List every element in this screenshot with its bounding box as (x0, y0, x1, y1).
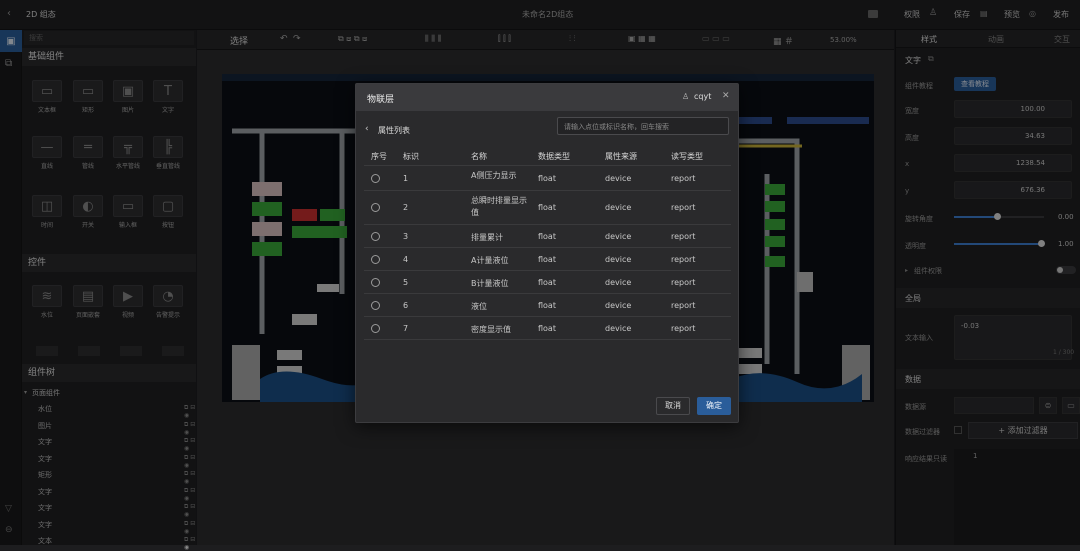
row-name: 排量累计 (471, 232, 503, 242)
row-index: 1 (403, 173, 409, 183)
cancel-button[interactable]: 取消 (656, 397, 690, 415)
row-rw: report (671, 323, 696, 333)
property-row[interactable]: 1 A侧压力显示 float device report (364, 166, 731, 191)
row-source: device (605, 277, 632, 287)
row-radio[interactable] (371, 300, 380, 310)
col-source: 属性来源 (605, 152, 637, 161)
row-rw: report (671, 203, 696, 212)
iot-dialog: 物联层 ♙ cqyt ✕ ‹ 属性列表 请输入点位或标识名称，回车搜索 序号 标… (355, 83, 739, 423)
col-name: 名称 (471, 152, 487, 161)
row-type: float (538, 231, 556, 241)
row-type: float (538, 254, 556, 264)
row-type: float (538, 300, 556, 310)
row-radio[interactable] (371, 277, 380, 287)
property-row[interactable]: 4 A计量液位 float device report (364, 248, 731, 271)
property-row[interactable]: 2 总瞬时排量显示值 float device report (364, 191, 731, 225)
property-list-title: 属性列表 (378, 126, 410, 135)
row-index: 5 (403, 277, 409, 287)
row-source: device (605, 173, 632, 183)
row-type: float (538, 323, 556, 333)
row-name: 总瞬时排量显示值 (471, 196, 527, 217)
row-index: 4 (403, 254, 409, 264)
row-source: device (605, 203, 632, 212)
dialog-header: 物联层 ♙ cqyt ✕ (356, 84, 738, 111)
col-data-type: 数据类型 (538, 152, 570, 161)
row-rw: report (671, 231, 696, 241)
property-search-input[interactable]: 请输入点位或标识名称，回车搜索 (557, 117, 729, 135)
row-index: 6 (403, 300, 409, 310)
property-row[interactable]: 7 密度显示值 float device report (364, 317, 731, 340)
row-rw: report (671, 254, 696, 264)
row-index: 7 (403, 323, 409, 333)
row-rw: report (671, 173, 696, 183)
row-radio[interactable] (371, 323, 380, 333)
row-rw: report (671, 277, 696, 287)
col-identifier: 标识 (403, 152, 419, 161)
close-icon[interactable]: ✕ (722, 91, 730, 101)
row-type: float (538, 277, 556, 287)
row-name: 液位 (471, 301, 487, 311)
back-chevron-icon[interactable]: ‹ (365, 124, 369, 134)
col-index: 序号 (371, 152, 387, 161)
row-radio[interactable] (371, 254, 380, 264)
row-index: 3 (403, 231, 409, 241)
property-row[interactable]: 5 B计量液位 float device report (364, 271, 731, 294)
row-name: A侧压力显示 (471, 171, 517, 180)
row-name: B计量液位 (471, 278, 509, 288)
row-source: device (605, 254, 632, 264)
row-radio[interactable] (371, 203, 380, 212)
row-source: device (605, 231, 632, 241)
property-row[interactable]: 3 排量累计 float device report (364, 225, 731, 248)
row-source: device (605, 323, 632, 333)
row-rw: report (671, 300, 696, 310)
row-type: float (538, 203, 556, 212)
row-radio[interactable] (371, 231, 380, 241)
col-rw-type: 读写类型 (671, 152, 703, 161)
row-index: 2 (403, 203, 409, 212)
property-row[interactable]: 6 液位 float device report (364, 294, 731, 317)
row-name: A计量液位 (471, 255, 509, 265)
row-type: float (538, 173, 556, 183)
row-name: 密度显示值 (471, 324, 511, 334)
row-radio[interactable] (371, 173, 380, 183)
confirm-button[interactable]: 确定 (697, 397, 731, 415)
row-source: device (605, 300, 632, 310)
dialog-title: 物联层 (367, 95, 395, 105)
property-search-placeholder: 请输入点位或标识名称，回车搜索 (564, 123, 669, 131)
user-icon: ♙ (682, 92, 690, 101)
dialog-user: cqyt (694, 92, 712, 101)
